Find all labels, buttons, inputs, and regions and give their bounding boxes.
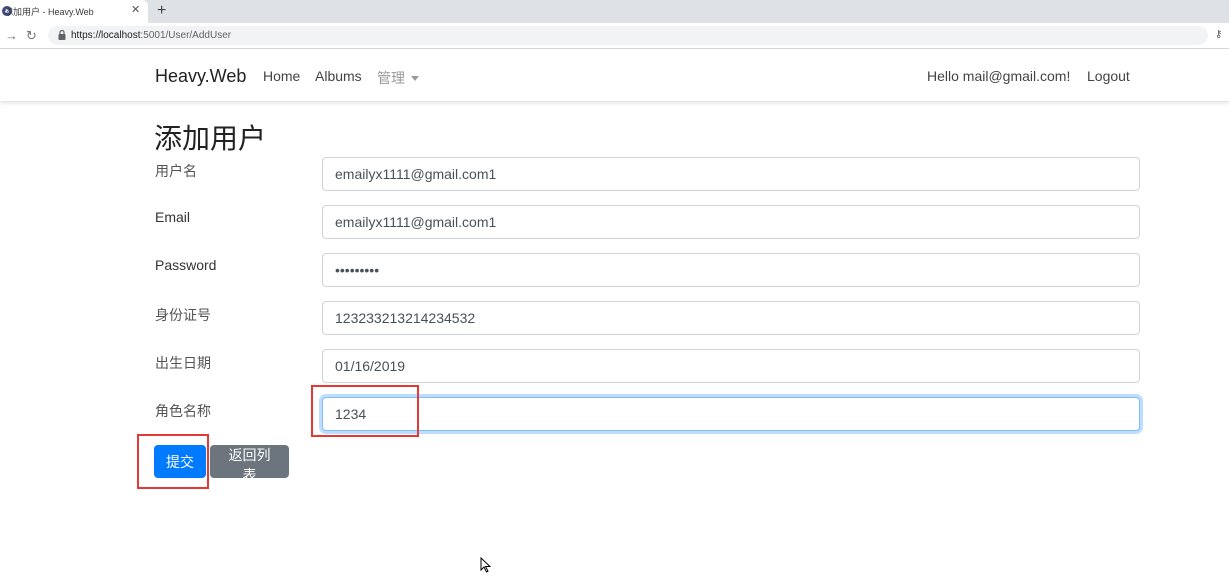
- new-tab-icon[interactable]: +: [157, 1, 166, 21]
- address-bar: → ↻ https://localhost:5001/User/AddUser …: [0, 23, 1229, 49]
- close-icon[interactable]: ✕: [131, 3, 140, 16]
- annotation-highlight-submit: [137, 434, 209, 489]
- browser-tab[interactable]: 添加用户 - Heavy.Web ✕: [0, 0, 148, 23]
- annotation-highlight-role-input: [311, 385, 419, 437]
- birth-date-label: 出生日期: [155, 355, 211, 371]
- brand-link[interactable]: Heavy.Web: [155, 66, 246, 87]
- page-title: 添加用户: [154, 123, 267, 154]
- browser-tab-bar: 添加用户 - Heavy.Web ✕ +: [0, 0, 1229, 23]
- nav-dropdown-manage[interactable]: 管理: [377, 68, 419, 88]
- caret-down-icon: [411, 76, 419, 81]
- url-text: https://localhost:5001/User/AddUser: [71, 30, 232, 41]
- password-input[interactable]: [322, 253, 1140, 287]
- back-to-list-button[interactable]: 返回列表: [210, 445, 289, 484]
- site-navbar: Heavy.Web Home Albums 管理 Hello mail@gmai…: [0, 50, 1229, 102]
- role-name-input[interactable]: [322, 397, 1140, 431]
- birth-date-input[interactable]: [322, 349, 1140, 383]
- id-number-label: 身份证号: [155, 307, 211, 323]
- password-label: Password: [155, 257, 217, 273]
- url-input[interactable]: https://localhost:5001/User/AddUser: [48, 26, 1208, 45]
- username-input[interactable]: [322, 157, 1140, 191]
- tab-title: 添加用户 - Heavy.Web: [4, 7, 94, 17]
- id-number-input[interactable]: [322, 301, 1140, 335]
- nav-link-albums[interactable]: Albums: [315, 68, 362, 84]
- key-icon[interactable]: ⚷: [1215, 29, 1222, 40]
- username-label: 用户名: [155, 163, 197, 179]
- lock-icon: [58, 30, 66, 40]
- logout-link[interactable]: Logout: [1087, 68, 1130, 84]
- back-icon[interactable]: →: [5, 28, 18, 43]
- role-name-label: 角色名称: [155, 403, 211, 419]
- email-label: Email: [155, 209, 191, 225]
- mouse-cursor-icon: [480, 557, 491, 573]
- reload-icon[interactable]: ↻: [26, 28, 37, 44]
- user-greeting[interactable]: Hello mail@gmail.com!: [927, 68, 1070, 84]
- nav-link-home[interactable]: Home: [263, 68, 300, 84]
- email-input[interactable]: [322, 205, 1140, 239]
- nav-dropdown-label: 管理: [377, 70, 405, 86]
